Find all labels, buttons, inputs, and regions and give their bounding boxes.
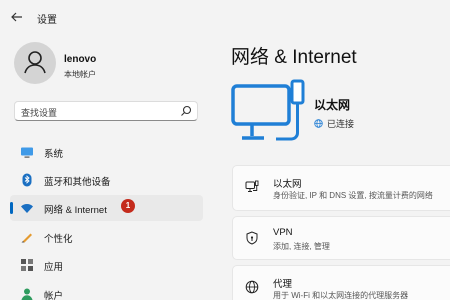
sidebar-item-bluetooth[interactable]: 蓝牙和其他设备	[10, 167, 203, 193]
user-name: lenovo	[64, 54, 97, 65]
sidebar-item-network[interactable]: 网络 & Internet 1	[10, 195, 203, 221]
sidebar-item-label: 网络 & Internet	[44, 205, 107, 216]
sidebar-item-label: 系统	[44, 149, 64, 160]
proxy-card[interactable]: 代理 用于 Wi-Fi 和以太网连接的代理服务器	[232, 265, 450, 300]
vpn-card[interactable]: VPN 添加, 连接, 管理	[232, 216, 450, 260]
card-title: 以太网	[273, 179, 302, 190]
card-subtitle: 用于 Wi-Fi 和以太网连接的代理服务器	[273, 291, 409, 300]
title-bar: 设置	[0, 0, 450, 34]
user-profile[interactable]: lenovo 本地帐户	[14, 42, 214, 88]
card-title: VPN	[273, 227, 293, 238]
avatar	[14, 42, 56, 84]
sidebar-item-label: 蓝牙和其他设备	[44, 177, 111, 188]
bluetooth-icon	[22, 173, 32, 187]
globe-icon	[314, 119, 323, 128]
person-icon	[24, 51, 46, 74]
search-icon[interactable]	[180, 105, 192, 117]
ethernet-settings-card[interactable]: 以太网 身份验证, IP 和 DNS 设置, 按流量计费的网络	[232, 165, 450, 211]
back-button[interactable]	[8, 9, 26, 25]
sidebar-item-label: 应用	[44, 262, 64, 273]
person-icon	[21, 288, 33, 300]
app-title: 设置	[37, 15, 57, 26]
connection-status-text: 已连接	[327, 119, 355, 129]
sidebar-item-apps[interactable]: 应用	[10, 252, 203, 278]
ethernet-icon	[245, 180, 259, 192]
connection-name: 以太网	[314, 98, 351, 112]
monitor-icon	[21, 147, 33, 158]
globe-icon	[245, 280, 259, 294]
search-box[interactable]: 查找设置	[14, 101, 198, 121]
shield-icon	[246, 231, 258, 245]
active-indicator	[10, 202, 13, 214]
sidebar-item-label: 个性化	[44, 234, 73, 245]
sidebar-item-system[interactable]: 系统	[10, 139, 203, 165]
connection-status: 已连接	[314, 117, 354, 130]
wifi-icon	[21, 204, 33, 213]
card-subtitle: 添加, 连接, 管理	[273, 242, 330, 251]
user-account-type: 本地帐户	[64, 70, 96, 79]
sidebar: lenovo 本地帐户 查找设置 系统 蓝牙和其他设备 网络 & Interne…	[0, 34, 214, 300]
notification-badge: 1	[121, 199, 135, 213]
card-title: 代理	[273, 279, 293, 290]
apps-icon	[21, 259, 33, 271]
sidebar-item-label: 帐户	[44, 291, 64, 300]
sidebar-item-personalization[interactable]: 个性化	[10, 224, 203, 250]
card-subtitle: 身份验证, IP 和 DNS 设置, 按流量计费的网络	[273, 191, 433, 200]
ethernet-monitor-icon	[231, 79, 305, 141]
arrow-left-icon	[11, 12, 22, 22]
search-input[interactable]: 查找设置	[21, 106, 57, 119]
sidebar-item-accounts[interactable]: 帐户	[10, 281, 203, 300]
main-content: 网络 & Internet 以太网 已连接 以太网 身份验证, IP 和 DNS…	[214, 34, 450, 300]
page-title: 网络 & Internet	[231, 47, 357, 68]
pencil-icon	[21, 233, 32, 243]
